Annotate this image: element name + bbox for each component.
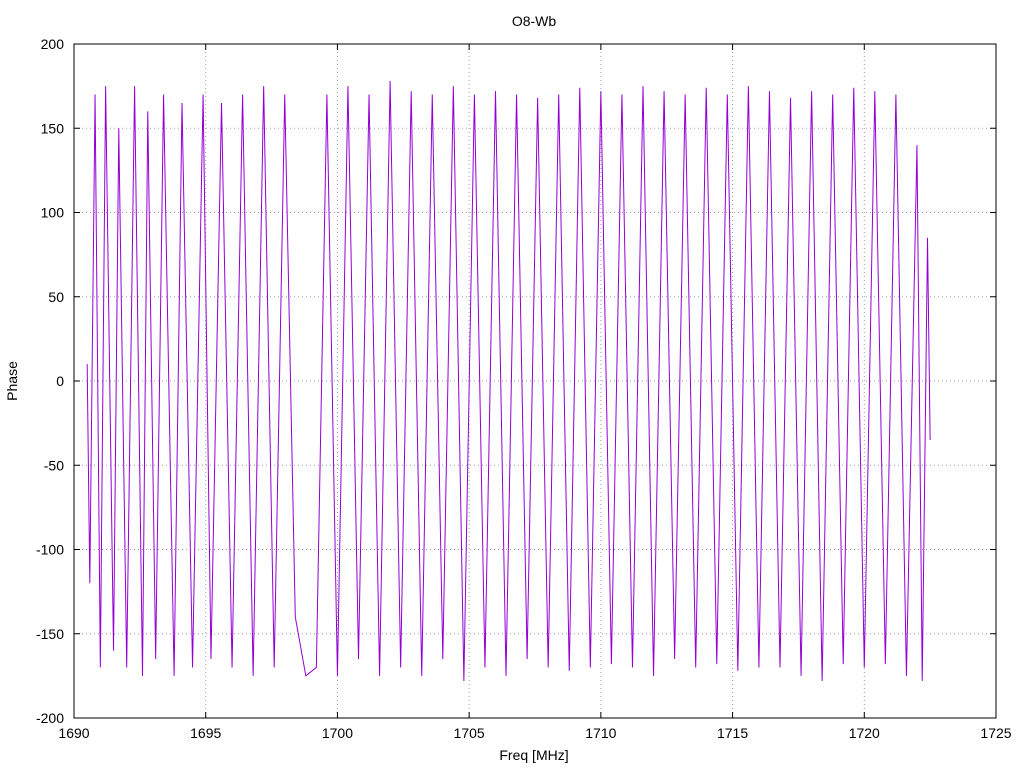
x-tick-label: 1700 [322,725,353,741]
series-layer [86,81,931,681]
x-tick-label: 1690 [58,725,89,741]
phase-chart: O8-Wb 1690 1695 1700 1705 1710 1715 1720 1725 -2… [4,13,1012,763]
y-tick-label: 150 [41,120,65,136]
x-tick-label: 1705 [454,725,485,741]
y-tick-label: -200 [36,710,64,726]
x-axis-title: Freq [MHz] [499,747,568,763]
x-tick-label: 1720 [849,725,880,741]
x-tick-label: 1695 [190,725,221,741]
x-tick-label: 1725 [980,725,1011,741]
y-tick-label: 100 [41,205,65,221]
y-tick-label: -150 [36,626,64,642]
y-tick-label: -50 [44,457,64,473]
phase-series-line [86,81,931,681]
y-tick-label: -100 [36,542,64,558]
x-tick-label: 1710 [585,725,616,741]
chart-title: O8-Wb [512,13,557,29]
y-axis-title: Phase [4,361,20,401]
y-tick-label: 200 [41,36,65,52]
y-tick-label: 0 [56,373,64,389]
y-tick-label: 50 [48,289,64,305]
x-tick-label: 1715 [717,725,748,741]
grid-lines [74,44,996,718]
